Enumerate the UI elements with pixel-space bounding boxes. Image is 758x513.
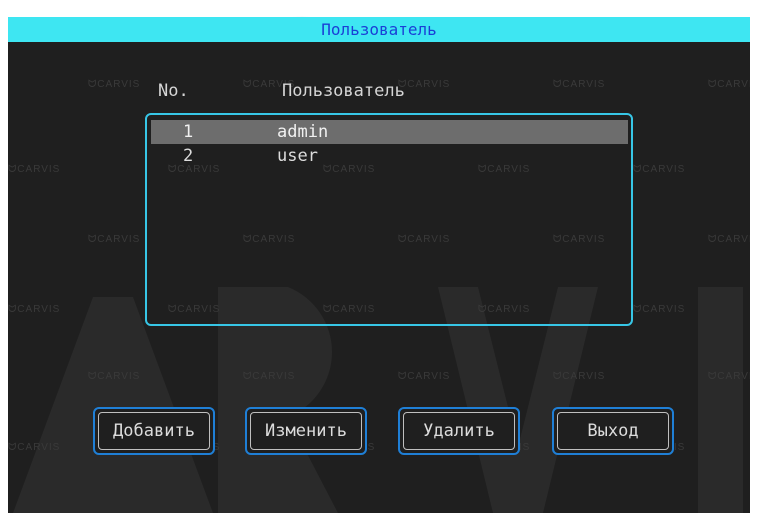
svg-text:ᗢCARVIS: ᗢCARVIS <box>88 234 140 245</box>
exit-button[interactable]: Выход <box>552 407 674 455</box>
add-button[interactable]: Добавить <box>93 407 215 455</box>
delete-button[interactable]: Удалить <box>398 407 520 455</box>
user-name: admin <box>277 122 329 142</box>
svg-text:ᗢCARVIS: ᗢCARVIS <box>633 164 685 175</box>
svg-text:ᗢCARVIS: ᗢCARVIS <box>553 371 605 382</box>
column-header-user: Пользователь <box>282 81 405 101</box>
svg-text:ᗢCARVIS: ᗢCARVIS <box>243 371 295 382</box>
svg-text:ᗢCARVIS: ᗢCARVIS <box>398 79 450 90</box>
dvr-screen: ᗢCARVIS ᗢCARVIS ᗢCARVIS ᗢCARVIS ᗢCARVIS ᗢCAR… <box>8 17 750 513</box>
edit-button-label: Изменить <box>250 412 362 450</box>
edit-button[interactable]: Изменить <box>245 407 367 455</box>
user-name: user <box>277 146 318 166</box>
user-number: 1 <box>183 122 194 142</box>
user-list[interactable]: 1 admin 2 user <box>145 113 633 326</box>
svg-text:ᗢCARVIS: ᗢCARVIS <box>708 371 750 382</box>
add-button-label: Добавить <box>98 412 210 450</box>
svg-text:ᗢCARVIS: ᗢCARVIS <box>708 79 750 90</box>
svg-text:ᗢCARVIS: ᗢCARVIS <box>398 371 450 382</box>
svg-text:ᗢCARVIS: ᗢCARVIS <box>708 234 750 245</box>
svg-text:ᗢCARVIS: ᗢCARVIS <box>8 304 60 315</box>
user-number: 2 <box>183 146 194 166</box>
user-row-admin[interactable]: 1 admin <box>151 120 628 144</box>
svg-text:ᗢCARVIS: ᗢCARVIS <box>553 79 605 90</box>
dialog-title: Пользователь <box>8 17 750 42</box>
exit-button-label: Выход <box>557 412 669 450</box>
svg-text:ᗢCARVIS: ᗢCARVIS <box>88 79 140 90</box>
svg-text:ᗢCARVIS: ᗢCARVIS <box>8 442 60 453</box>
column-header-number: No. <box>158 81 189 101</box>
delete-button-label: Удалить <box>403 412 515 450</box>
svg-text:ᗢCARVIS: ᗢCARVIS <box>8 164 60 175</box>
svg-text:ᗢCARVIS: ᗢCARVIS <box>633 304 685 315</box>
svg-text:ᗢCARVIS: ᗢCARVIS <box>88 371 140 382</box>
user-row-user[interactable]: 2 user <box>151 144 628 168</box>
